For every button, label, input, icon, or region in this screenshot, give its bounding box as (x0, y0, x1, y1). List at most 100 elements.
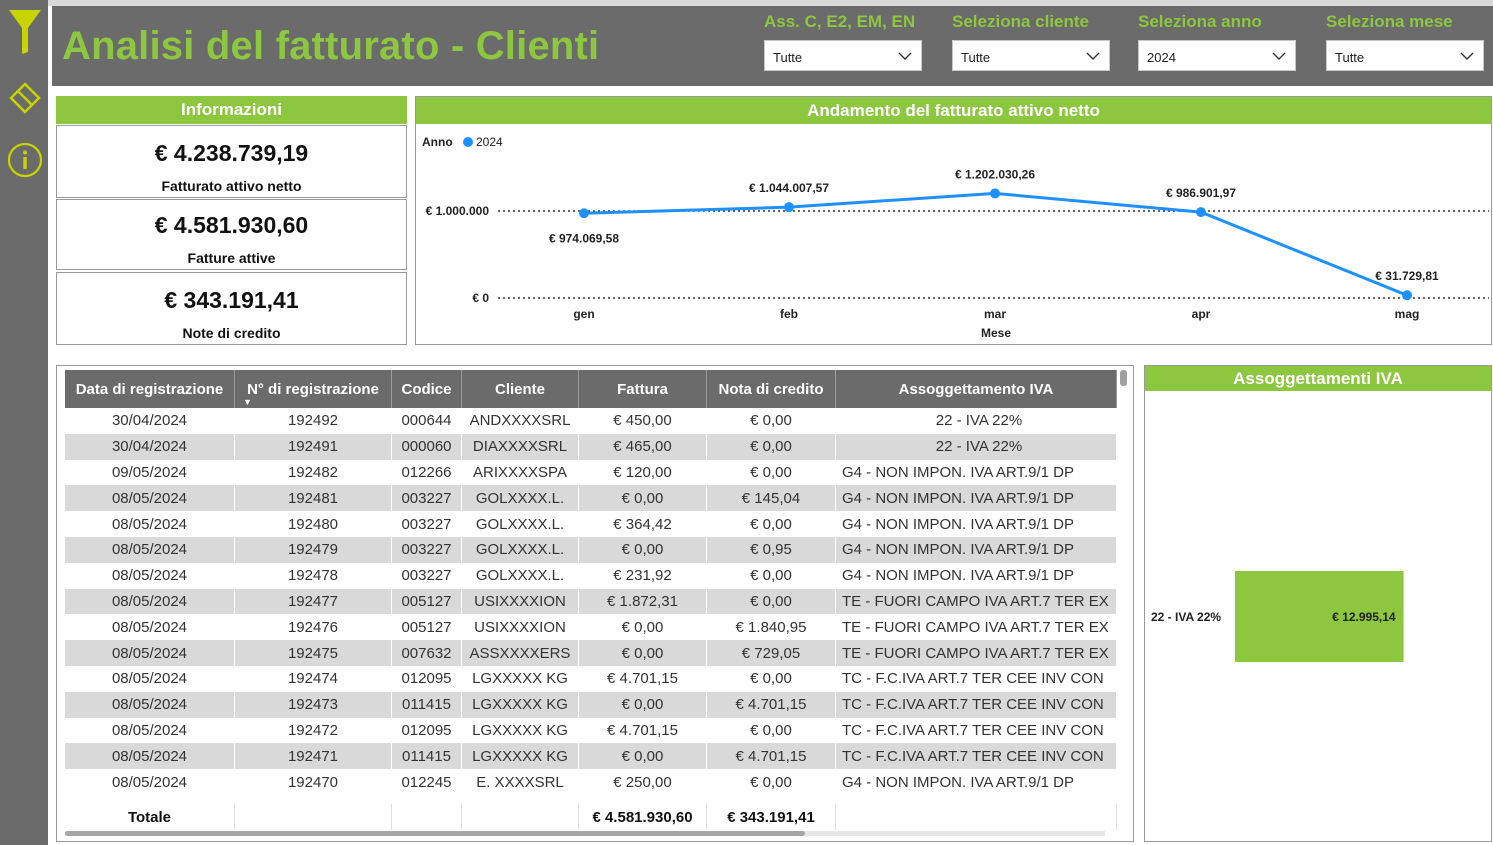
slicer-label: Seleziona anno (1138, 12, 1262, 31)
table-cell: € 0,00 (707, 511, 836, 537)
table-cell: USIXXXXION (462, 614, 579, 641)
slicer-dropdown[interactable]: 2024 (1138, 40, 1296, 71)
table-row[interactable]: 08/05/2024 192479 003227 GOLXXXX.L. € 0,00 € … (65, 536, 1117, 563)
slicer-value: Tutte (961, 50, 991, 65)
table-cell: 08/05/2024 (65, 717, 235, 744)
table-cell: 192481 (235, 485, 392, 512)
eraser-icon[interactable] (7, 78, 43, 114)
table-cell: 08/05/2024 (65, 536, 235, 563)
table-cell: 192471 (235, 743, 392, 770)
table-cell: 192479 (235, 536, 392, 563)
table-row[interactable]: 08/05/2024 192470 012245 E. XXXXSRL € 250,00… (65, 769, 1117, 795)
table-cell: LGXXXXX KG (462, 691, 579, 718)
table-cell: 192473 (235, 691, 392, 718)
slicer-dropdown[interactable]: Tutte (1326, 40, 1484, 71)
column-header[interactable]: Nota di credito (707, 370, 836, 408)
table-cell: € 0,95 (707, 536, 836, 563)
table-row[interactable]: 08/05/2024 192481 003227 GOLXXXX.L. € 0,00 € … (65, 485, 1117, 512)
table-cell: 192476 (235, 614, 392, 641)
table-cell: 08/05/2024 (65, 640, 235, 666)
x-tick-label: apr (1192, 307, 1211, 321)
column-header[interactable]: Codice (392, 370, 462, 408)
slicer-value: Tutte (773, 50, 803, 65)
table-cell: TE - FUORI CAMPO IVA ART.7 TER EX (836, 614, 1117, 641)
table-row[interactable]: 30/04/2024 192491 000060 DIAXXXXSRL € 465,00… (65, 433, 1117, 460)
table-cell: G4 - NON IMPON. IVA ART.9/1 DP (836, 769, 1117, 795)
vertical-scrollbar[interactable] (1120, 370, 1127, 386)
table-cell: GOLXXXX.L. (462, 511, 579, 537)
table-cell: TC - F.C.IVA ART.7 TER CEE INV CON (836, 665, 1117, 692)
info-panel-title: Informazioni (56, 96, 407, 124)
table-cell: 08/05/2024 (65, 588, 235, 615)
table-row[interactable]: 08/05/2024 192473 011415 LGXXXXX KG € 0,00 € … (65, 691, 1117, 718)
total-cell: Totale (65, 804, 235, 830)
x-tick-label: gen (573, 307, 594, 321)
iva-panel: Assoggettamenti IVA 22 - IVA 22% € 12.99… (1144, 365, 1492, 842)
filter-icon[interactable] (7, 10, 43, 54)
table-cell: 192491 (235, 433, 392, 460)
kpi-label: Note di credito (182, 325, 281, 341)
iva-marks: € 12.995,14 (1235, 571, 1404, 662)
slicer-dropdown[interactable]: Tutte (764, 40, 922, 71)
x-tick-label: feb (780, 307, 798, 321)
table-cell: € 0,00 (579, 485, 707, 512)
left-rail (0, 0, 48, 845)
data-label: € 974.069,58 (549, 231, 619, 245)
total-cell: € 4.581.930,60 (579, 804, 707, 830)
column-header[interactable]: Data di registrazione (65, 370, 235, 408)
sort-descending-icon: ▼ (243, 397, 252, 407)
info-icon[interactable] (7, 142, 43, 178)
table-row[interactable]: 08/05/2024 192477 005127 USIXXXXION € 1.872,… (65, 588, 1117, 615)
table-cell: € 1.872,31 (579, 588, 707, 615)
chevron-down-icon (1460, 52, 1474, 60)
table-row[interactable]: 08/05/2024 192474 012095 LGXXXXX KG € 4.701,… (65, 665, 1117, 692)
table-cell: € 729,05 (707, 640, 836, 666)
table-cell: G4 - NON IMPON. IVA ART.9/1 DP (836, 536, 1117, 563)
table-cell: € 0,00 (579, 614, 707, 641)
column-header[interactable]: Cliente (462, 370, 579, 408)
trend-chart-panel: Andamento del fatturato attivo netto Ann… (415, 96, 1492, 345)
table-header: Data di registrazione N° di registrazione… (65, 370, 1117, 408)
table-cell: GOLXXXX.L. (462, 485, 579, 512)
table-row[interactable]: 08/05/2024 192475 007632 ASSXXXXERS € 0,00 € … (65, 640, 1117, 666)
table-cell: € 231,92 (579, 562, 707, 589)
table-row[interactable]: 08/05/2024 192480 003227 GOLXXXX.L. € 364,42… (65, 511, 1117, 537)
table-cell: DIAXXXXSRL (462, 433, 579, 460)
table-cell: TE - FUORI CAMPO IVA ART.7 TER EX (836, 640, 1117, 666)
table-cell: TE - FUORI CAMPO IVA ART.7 TER EX (836, 588, 1117, 615)
table-cell: € 465,00 (579, 433, 707, 460)
column-header[interactable]: Fattura (579, 370, 707, 408)
horizontal-scrollbar[interactable] (65, 831, 1105, 836)
table-cell: TC - F.C.IVA ART.7 TER CEE INV CON (836, 691, 1117, 718)
table-row[interactable]: 09/05/2024 192482 012266 ARIXXXXSPA € 120,00… (65, 459, 1117, 486)
kpi-value: € 4.238.739,19 (154, 140, 309, 166)
slicer-anno: Seleziona anno 2024 (1138, 12, 1298, 71)
table-cell: GOLXXXX.L. (462, 562, 579, 589)
table-cell: LGXXXXX KG (462, 717, 579, 744)
table-cell: 003227 (392, 511, 462, 537)
table-cell: € 0,00 (707, 588, 836, 615)
column-header[interactable]: Assoggettamento IVA (836, 370, 1117, 408)
slicer-value: 2024 (1147, 50, 1176, 65)
table-cell: € 450,00 (579, 408, 707, 434)
legend-series-label[interactable]: 2024 (476, 135, 503, 149)
table-cell: 192482 (235, 459, 392, 486)
y-tick-label: € 1.000.000 (426, 204, 490, 218)
table-cell: 012095 (392, 665, 462, 692)
table-cell: LGXXXXX KG (462, 743, 579, 770)
total-cell: € 343.191,41 (707, 804, 836, 830)
slicer-dropdown[interactable]: Tutte (952, 40, 1110, 71)
table-row[interactable]: 08/05/2024 192471 011415 LGXXXXX KG € 0,00 € … (65, 743, 1117, 770)
table-row[interactable]: 08/05/2024 192472 012095 LGXXXXX KG € 4.701,… (65, 717, 1117, 744)
dashboard: Analisi del fatturato - Clienti Ass. C, … (0, 0, 1493, 845)
table-row[interactable]: 08/05/2024 192478 003227 GOLXXXX.L. € 231,92… (65, 562, 1117, 589)
column-header[interactable]: N° di registrazione ▼ (235, 370, 392, 408)
table-cell: 000644 (392, 408, 462, 434)
slicer-label: Ass. C, E2, EM, EN (764, 12, 916, 31)
y-tick-label: € 0 (472, 291, 489, 305)
table-row[interactable]: 08/05/2024 192476 005127 USIXXXXION € 0,00 € … (65, 614, 1117, 641)
table-row[interactable]: 30/04/2024 192492 000644 ANDXXXXSRL € 450,00… (65, 408, 1117, 434)
table-cell: € 0,00 (579, 691, 707, 718)
data-label: € 986.901,97 (1166, 186, 1236, 200)
scrollbar-thumb[interactable] (65, 831, 805, 836)
